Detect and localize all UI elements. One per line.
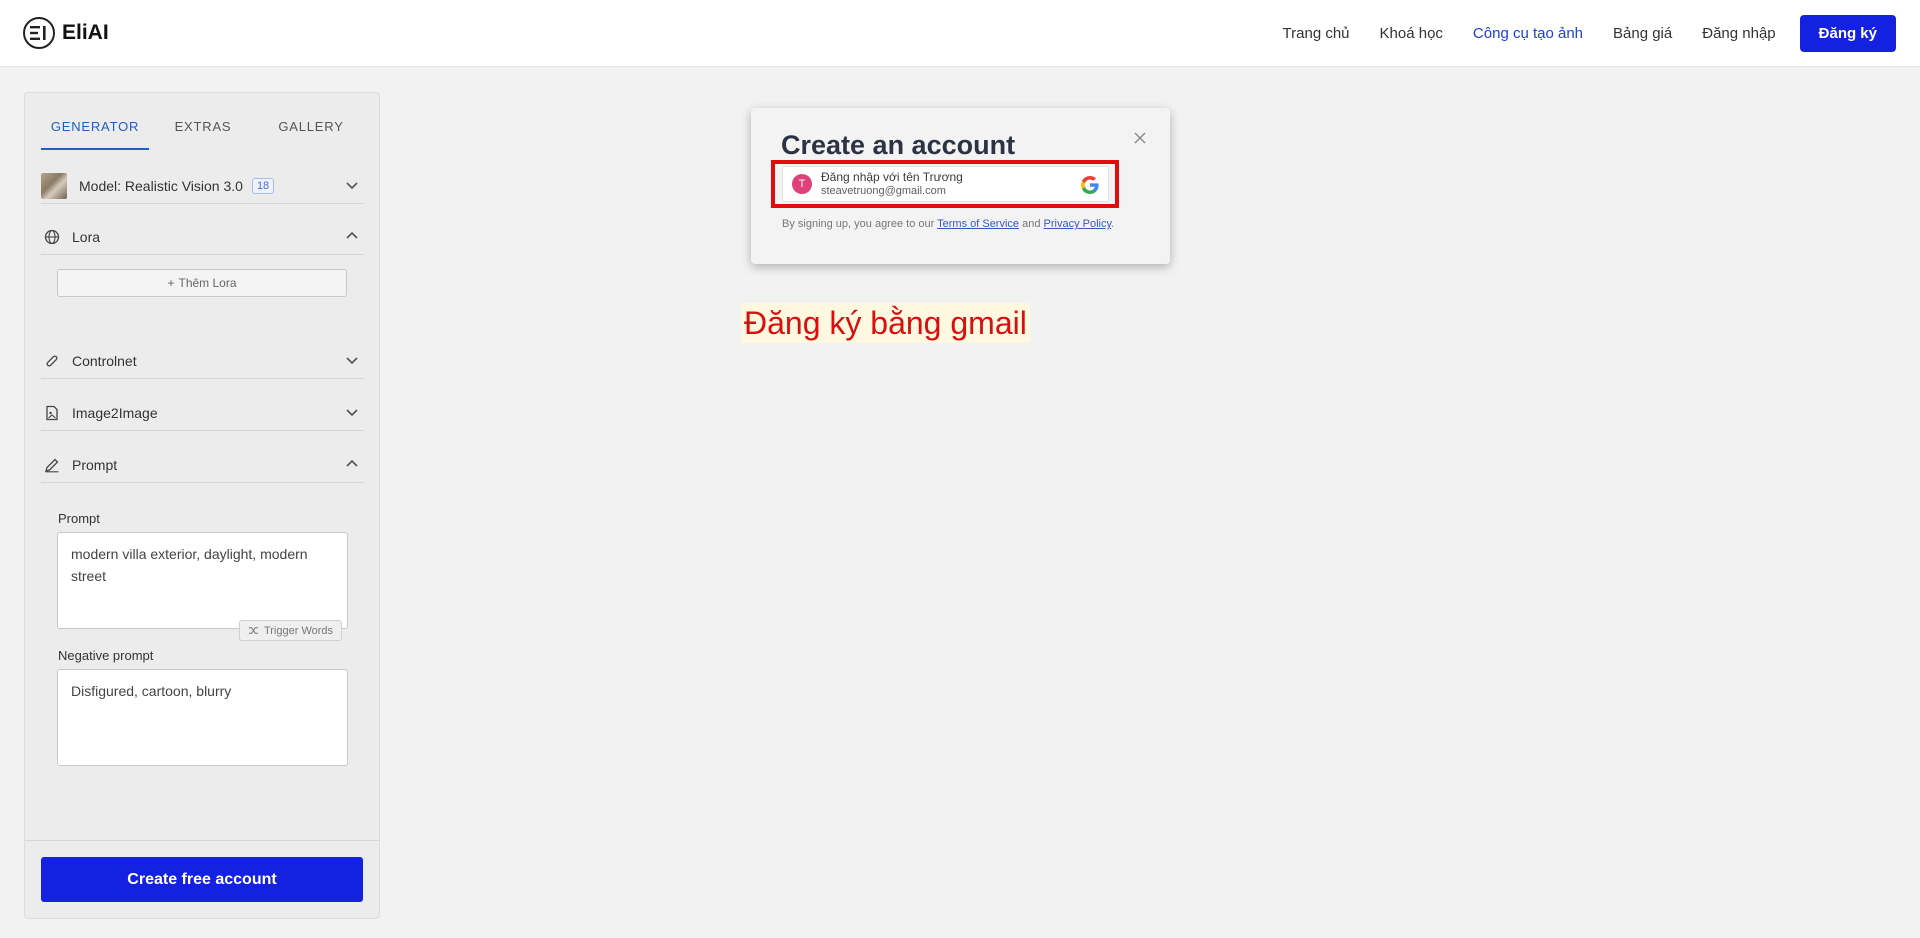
model-thumbnail: [41, 172, 67, 199]
chevron-up-icon: [346, 459, 358, 467]
terms-suffix: .: [1111, 218, 1115, 230]
model-selector[interactable]: Model: Realistic Vision 3.0 18: [41, 168, 364, 204]
terms-prefix: By signing up, you agree to our: [782, 218, 938, 230]
nav-login[interactable]: Đăng nhập: [1702, 25, 1775, 42]
add-lora-button[interactable]: + Thêm Lora: [57, 269, 347, 297]
add-lora-label: Thêm Lora: [178, 276, 237, 290]
create-account-modal: Create an account T Đăng nhập với tên Tr…: [751, 108, 1170, 264]
model-label: Model: Realistic Vision 3.0: [79, 177, 243, 194]
chevron-down-icon: [346, 357, 358, 365]
image-file-icon: [43, 404, 60, 421]
tab-generator[interactable]: GENERATOR: [41, 117, 149, 150]
highlight-box: [771, 160, 1119, 208]
logo-text: EliAI: [62, 21, 109, 44]
nav-image-tool[interactable]: Công cụ tạo ảnh: [1473, 25, 1583, 42]
tab-extras[interactable]: EXTRAS: [149, 117, 257, 150]
lora-section-header[interactable]: Lora: [41, 219, 364, 255]
chevron-down-icon: [346, 409, 358, 417]
negative-prompt-label: Negative prompt: [58, 648, 154, 663]
chevron-up-icon: [346, 231, 358, 239]
nav-pricing[interactable]: Bảng giá: [1613, 25, 1672, 42]
panel-divider: [25, 840, 379, 841]
negative-prompt-input[interactable]: Disfigured, cartoon, blurry: [57, 669, 348, 766]
nav-courses[interactable]: Khoá học: [1380, 25, 1443, 42]
trigger-words-button[interactable]: Trigger Words: [239, 620, 342, 641]
signup-button[interactable]: Đăng ký: [1799, 15, 1896, 52]
prompt-input[interactable]: modern villa exterior, daylight, modern …: [57, 532, 348, 629]
annotation-label: Đăng ký bằng gmail: [741, 303, 1030, 343]
controlnet-section-header[interactable]: Controlnet: [41, 343, 364, 379]
generator-panel: GENERATOR EXTRAS GALLERY Model: Realisti…: [24, 92, 380, 919]
plus-icon: +: [167, 276, 175, 290]
privacy-policy-link[interactable]: Privacy Policy: [1044, 218, 1112, 230]
globe-icon: [43, 228, 60, 245]
logo[interactable]: EliAI: [23, 17, 109, 49]
main-nav: Trang chủ Khoá học Công cụ tạo ảnh Bảng …: [1253, 15, 1896, 52]
link-icon: [43, 352, 60, 369]
panel-tabs: GENERATOR EXTRAS GALLERY: [41, 117, 365, 150]
trigger-words-label: Trigger Words: [263, 624, 334, 637]
terms-and: and: [1019, 218, 1044, 230]
nav-home[interactable]: Trang chủ: [1283, 25, 1350, 42]
pencil-icon: [43, 456, 60, 473]
close-icon[interactable]: [1133, 131, 1147, 145]
model-badge: 18: [251, 177, 275, 194]
create-free-account-button[interactable]: Create free account: [41, 857, 363, 902]
image2image-label: Image2Image: [72, 404, 158, 421]
prompt-section-label: Prompt: [72, 456, 118, 473]
top-header: EliAI Trang chủ Khoá học Công cụ tạo ảnh…: [0, 0, 1920, 67]
logo-icon: [23, 17, 55, 49]
chevron-down-icon: [346, 182, 358, 190]
terms-text: By signing up, you agree to our Terms of…: [782, 218, 1114, 230]
controlnet-label: Controlnet: [72, 352, 137, 369]
prompt-label: Prompt: [58, 511, 100, 526]
lora-label: Lora: [72, 228, 101, 245]
tab-gallery[interactable]: GALLERY: [257, 117, 365, 150]
shuffle-icon: [248, 627, 259, 634]
prompt-section-header[interactable]: Prompt: [41, 447, 364, 483]
image2image-section-header[interactable]: Image2Image: [41, 395, 364, 431]
terms-of-service-link[interactable]: Terms of Service: [937, 218, 1019, 230]
modal-title: Create an account: [781, 130, 1016, 160]
